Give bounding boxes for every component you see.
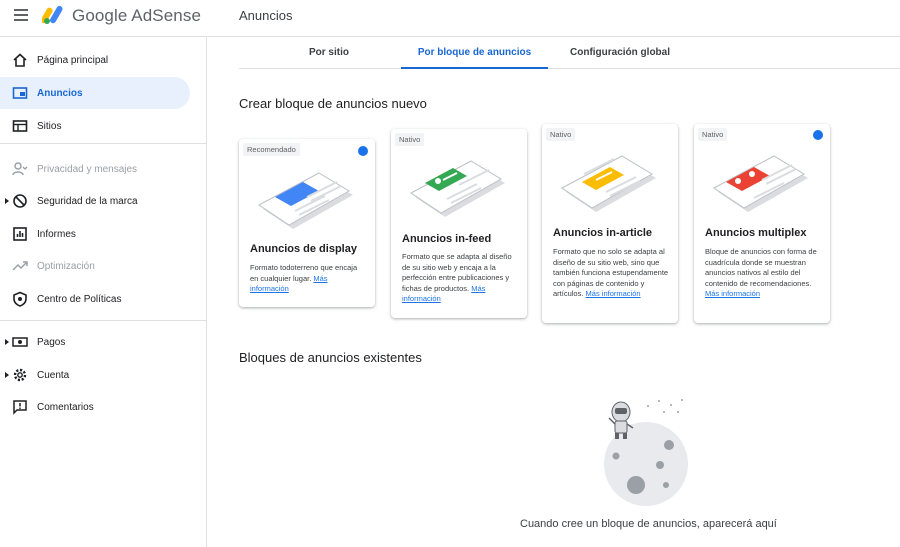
block-icon [13, 194, 27, 208]
sidebar: Página principal Anuncios Sitios Privaci… [0, 36, 207, 547]
learn-more-link[interactable]: Más información [586, 289, 641, 298]
card-description: Formato que se adapta al diseño de su si… [402, 252, 518, 305]
in-article-ad-illustration [561, 155, 656, 212]
sidebar-item-label: Informes [37, 228, 76, 240]
card-description-text: Formato que se adapta al diseño de su si… [402, 252, 512, 293]
ads-icon [12, 87, 28, 99]
expand-caret-icon[interactable] [5, 372, 9, 378]
existing-section-title: Bloques de anuncios existentes [239, 350, 422, 365]
card-title: Anuncios de display [250, 243, 357, 255]
moon-astronaut-illustration [604, 399, 688, 506]
sidebar-divider [0, 320, 207, 321]
create-section-title: Crear bloque de anuncios nuevo [239, 96, 427, 111]
sidebar-item-comentarios[interactable]: Comentarios [0, 391, 190, 423]
card-description-text: Bloque de anuncios con forma de cuadrícu… [705, 247, 817, 288]
ad-card-in-feed[interactable]: Nativo Anuncios in-feed Formato que se a… [391, 129, 527, 318]
app-brand: Google AdSense [72, 6, 201, 25]
sidebar-item-informes[interactable]: Informes [0, 218, 190, 250]
sidebar-item-anuncios[interactable]: Anuncios [0, 77, 190, 109]
policy-icon [13, 291, 27, 307]
learn-more-link[interactable]: Más información [705, 289, 760, 298]
top-bar: Google AdSense Anuncios [0, 0, 900, 36]
card-badge: Nativo [395, 133, 425, 146]
sidebar-item-seguridad[interactable]: Seguridad de la marca [0, 185, 190, 217]
tab-por-sitio[interactable]: Por sitio [279, 37, 379, 69]
card-title: Anuncios in-feed [402, 233, 492, 245]
payments-icon [12, 337, 28, 347]
ad-card-display[interactable]: Recomendado Anuncios de display Formato … [239, 139, 375, 307]
card-description: Formato que no solo se adapta al diseño … [553, 247, 669, 300]
card-description-text: Formato todoterreno que encaja en cualqu… [250, 263, 358, 283]
display-ad-illustration [258, 172, 353, 229]
ad-card-multiplex[interactable]: Nativo Anuncios multiplex Bloque de anun… [694, 124, 830, 323]
sites-icon [12, 120, 28, 132]
reports-icon [13, 227, 27, 241]
page-title: Anuncios [239, 8, 293, 23]
adsense-logo [42, 5, 63, 24]
card-title: Anuncios multiplex [705, 227, 807, 239]
menu-icon[interactable] [14, 9, 30, 23]
gear-icon [13, 368, 27, 382]
sidebar-item-optimizacion[interactable]: Optimización [0, 250, 190, 282]
sidebar-item-cuenta[interactable]: Cuenta [0, 359, 190, 391]
tab-configuracion-global[interactable]: Configuración global [565, 37, 675, 69]
sidebar-divider [0, 143, 207, 144]
card-description: Formato todoterreno que encaja en cualqu… [250, 263, 364, 295]
tab-bar: Por sitio Por bloque de anuncios Configu… [239, 37, 900, 69]
expand-caret-icon[interactable] [5, 198, 9, 204]
sidebar-item-sitios[interactable]: Sitios [0, 110, 190, 142]
sidebar-item-label: Seguridad de la marca [37, 195, 138, 207]
card-badge: Nativo [698, 128, 728, 141]
bolt-icon [358, 146, 368, 156]
expand-caret-icon[interactable] [5, 339, 9, 345]
sidebar-item-label: Centro de Políticas [37, 293, 122, 305]
sidebar-item-label: Comentarios [37, 401, 94, 413]
privacy-icon [12, 162, 28, 176]
sidebar-item-label: Pagos [37, 336, 66, 348]
sidebar-item-label: Anuncios [37, 87, 83, 99]
sidebar-item-pagos[interactable]: Pagos [0, 326, 190, 358]
in-feed-ad-illustration [410, 160, 505, 217]
card-description: Bloque de anuncios con forma de cuadrícu… [705, 247, 823, 300]
tab-por-bloque[interactable]: Por bloque de anuncios [401, 37, 548, 69]
card-badge: Recomendado [243, 143, 300, 156]
sidebar-item-label: Privacidad y mensajes [37, 163, 138, 175]
optimization-icon [12, 261, 28, 271]
card-badge: Nativo [546, 128, 576, 141]
card-title: Anuncios in-article [553, 227, 653, 239]
ad-card-in-article[interactable]: Nativo Anuncios in-article Formato que n… [542, 124, 678, 323]
sidebar-item-label: Optimización [37, 260, 95, 272]
sidebar-item-label: Sitios [37, 120, 62, 132]
multiplex-ad-illustration [713, 155, 808, 212]
sidebar-item-privacidad[interactable]: Privacidad y mensajes [0, 153, 190, 185]
sidebar-item-home[interactable]: Página principal [0, 44, 190, 76]
empty-state-text: Cuando cree un bloque de anuncios, apare… [520, 518, 777, 530]
feedback-icon [13, 400, 27, 415]
bolt-icon [813, 130, 823, 140]
home-icon [13, 53, 27, 67]
sidebar-item-label: Cuenta [37, 369, 70, 381]
sidebar-item-politicas[interactable]: Centro de Políticas [0, 283, 190, 315]
sidebar-item-label: Página principal [37, 54, 109, 66]
